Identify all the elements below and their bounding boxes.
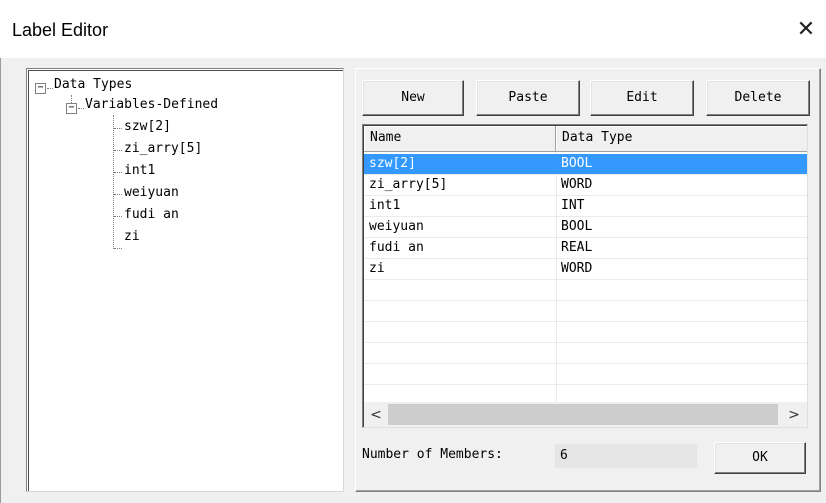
tree-group-label[interactable]: Variables-Defined <box>85 97 218 112</box>
members-list[interactable]: Name Data Type szw[2] BOOL zi_arry[5] WO… <box>362 124 808 428</box>
tree-item-zi[interactable]: zi <box>124 229 140 244</box>
title-bar: Label Editor ✕ <box>0 0 826 58</box>
data-types-tree[interactable]: − Data Types − Variables-Defined szw[2] … <box>26 68 344 492</box>
cell-type: BOOL <box>556 154 807 174</box>
members-count-label: Number of Members: <box>362 447 503 462</box>
cell-type: WORD <box>561 177 593 192</box>
tree-connector <box>114 216 122 217</box>
table-row[interactable]: weiyuan BOOL <box>364 217 807 238</box>
collapse-group-icon[interactable]: − <box>66 103 77 114</box>
cell-name: zi_arry[5] <box>369 177 448 192</box>
tree-inner: − Data Types − Variables-Defined szw[2] … <box>28 70 343 491</box>
horizontal-scrollbar[interactable]: < > <box>364 402 807 427</box>
empty-row <box>364 280 807 301</box>
table-row[interactable]: zi WORD <box>364 259 807 280</box>
cell-name: weiyuan <box>369 219 424 234</box>
cell-type: WORD <box>561 261 593 276</box>
empty-row <box>364 301 807 322</box>
tree-connector <box>114 194 122 195</box>
tree-item-fudian[interactable]: fudi an <box>124 207 179 222</box>
delete-button[interactable]: Delete <box>706 80 810 116</box>
scroll-left-icon[interactable]: < <box>364 402 388 427</box>
label-editor-window: Label Editor ✕ − Data Types − Variables-… <box>0 0 826 503</box>
close-icon[interactable]: ✕ <box>790 14 822 46</box>
tree-item-int1[interactable]: int1 <box>124 163 155 178</box>
new-button[interactable]: New <box>362 80 464 116</box>
ok-button[interactable]: OK <box>714 442 806 474</box>
cell-type: BOOL <box>561 219 593 234</box>
column-header-name[interactable]: Name <box>364 126 556 152</box>
table-row[interactable]: szw[2] BOOL <box>364 154 807 175</box>
tree-root-label[interactable]: Data Types <box>54 77 132 92</box>
tree-connector <box>114 172 122 173</box>
tree-connector <box>114 150 122 151</box>
empty-row <box>364 364 807 385</box>
cell-type: REAL <box>561 240 593 255</box>
cell-name: int1 <box>369 198 401 213</box>
cell-name: fudi an <box>369 240 424 255</box>
empty-row <box>364 322 807 343</box>
cell-name: szw[2] <box>364 154 556 174</box>
collapse-root-icon[interactable]: − <box>35 83 46 94</box>
tree-item-szw[interactable]: szw[2] <box>124 119 171 134</box>
tree-connector <box>47 88 53 89</box>
tree-connector <box>78 108 84 109</box>
table-row[interactable]: int1 INT <box>364 196 807 217</box>
table-row[interactable]: zi_arry[5] WORD <box>364 175 807 196</box>
tree-item-zi-arry[interactable]: zi_arry[5] <box>124 141 202 156</box>
tree-connector <box>114 248 122 249</box>
window-left-border <box>0 58 1 503</box>
tree-connector <box>113 115 114 249</box>
cell-name: zi <box>369 261 385 276</box>
window-title: Label Editor <box>12 20 109 40</box>
members-count-value: 6 <box>555 444 697 468</box>
scroll-right-icon[interactable]: > <box>782 402 806 427</box>
scroll-thumb[interactable] <box>388 404 778 425</box>
column-header-data-type[interactable]: Data Type <box>556 126 807 152</box>
empty-row <box>364 343 807 364</box>
table-row[interactable]: fudi an REAL <box>364 238 807 259</box>
cell-type: INT <box>561 198 585 213</box>
tree-item-weiyuan[interactable]: weiyuan <box>124 185 179 200</box>
paste-button[interactable]: Paste <box>476 80 580 116</box>
members-list-inner: Name Data Type szw[2] BOOL zi_arry[5] WO… <box>363 125 807 427</box>
edit-button[interactable]: Edit <box>590 80 694 116</box>
tree-connector <box>114 128 122 129</box>
